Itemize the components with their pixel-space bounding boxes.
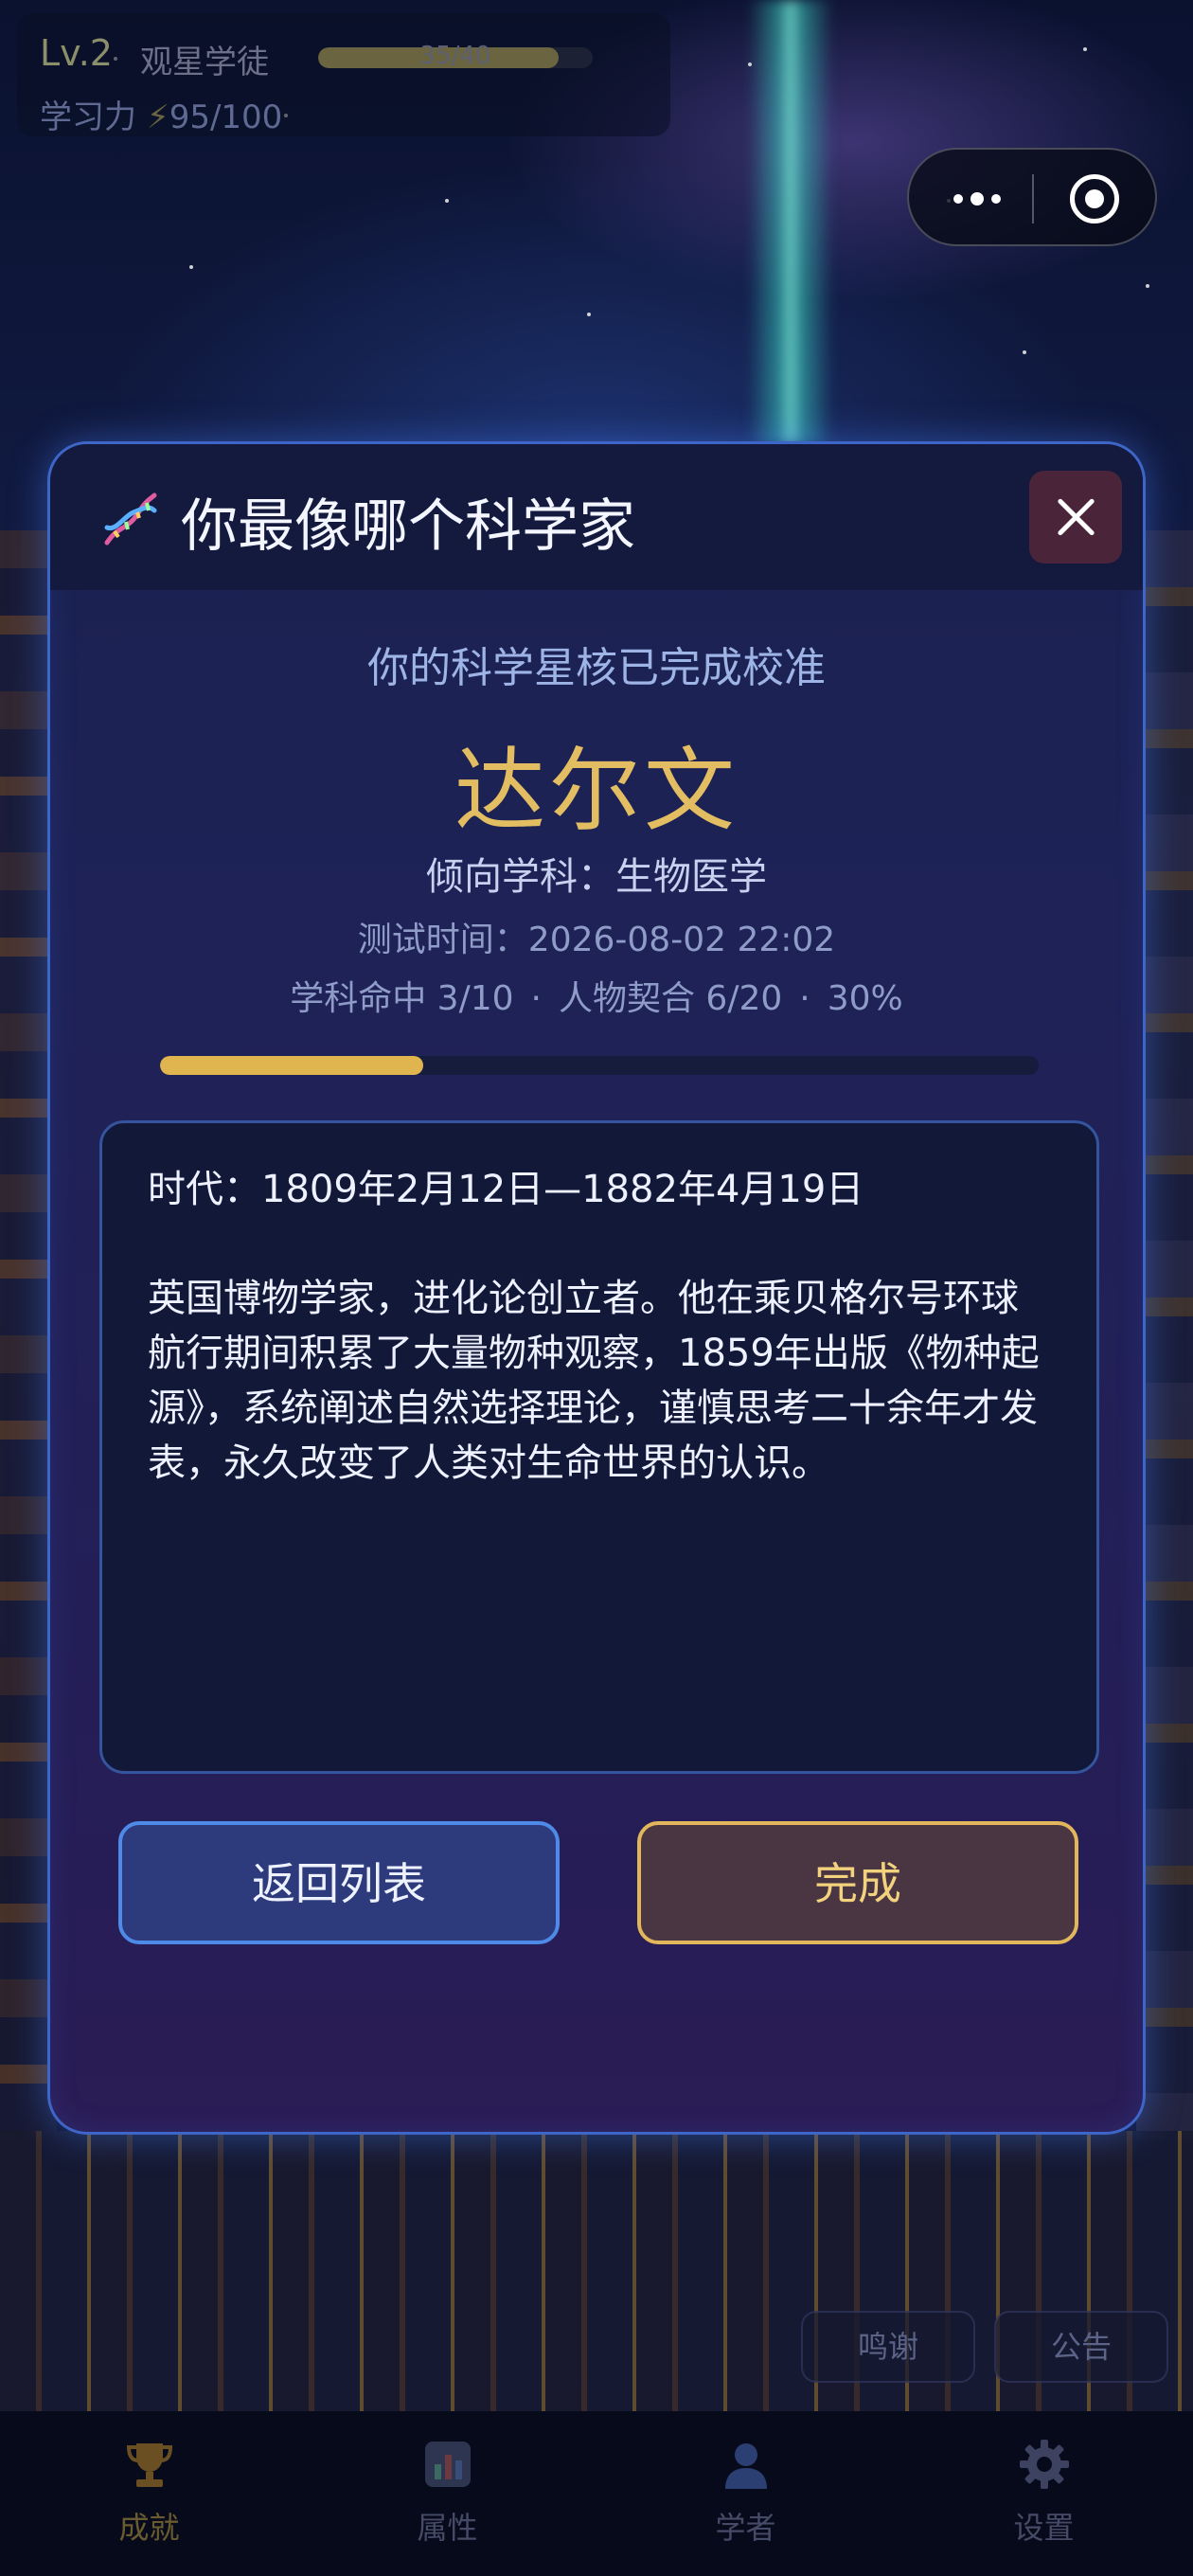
discipline-label: 倾向学科：生物医学 xyxy=(426,855,767,899)
calibration-subtitle: 你的科学星核已完成校准 xyxy=(367,644,826,692)
xp-text: 35/40 xyxy=(419,42,491,70)
tab-label: 属性 xyxy=(417,2510,478,2546)
done-button[interactable]: 完成 xyxy=(637,1821,1078,1944)
scientist-result-modal: 你最像哪个科学家 你的科学星核已完成校准 达尔文 倾向学科：生物医学 测试时间：… xyxy=(47,441,1146,2135)
thanks-button[interactable]: 鸣谢 xyxy=(801,2311,975,2383)
light-beam xyxy=(748,0,833,445)
target-icon[interactable] xyxy=(1070,174,1119,224)
modal-title: 你最像哪个科学家 xyxy=(181,493,635,560)
capsule-divider xyxy=(1032,174,1034,224)
discipline-hit: 学科命中 3/10 xyxy=(290,979,514,1018)
notice-button[interactable]: 公告 xyxy=(994,2311,1168,2383)
tab-settings[interactable]: 设置 xyxy=(895,2411,1193,2576)
stats-separator: · xyxy=(799,979,810,1018)
match-percent: 30% xyxy=(827,979,903,1018)
tab-label: 学者 xyxy=(715,2510,776,2546)
bar-chart-icon xyxy=(419,2436,476,2493)
level-label: Lv.2 xyxy=(40,32,113,74)
person-icon xyxy=(718,2436,775,2493)
more-dots-icon[interactable] xyxy=(943,178,1011,220)
player-hud: Lv.2 观星学徒 35/40 学习力 ⚡95/100 xyxy=(17,13,670,136)
trophy-icon xyxy=(121,2436,178,2493)
stats-separator: · xyxy=(530,979,542,1018)
gear-icon xyxy=(1016,2436,1073,2493)
match-stats: 学科命中 3/10 · 人物契合 6/20 · 30% xyxy=(50,971,1143,1020)
era-text: 时代：1809年2月12日—1882年4月19日 xyxy=(148,1168,864,1211)
close-icon xyxy=(1055,496,1096,538)
person-match: 人物契合 6/20 xyxy=(558,979,783,1018)
tab-scholars[interactable]: 学者 xyxy=(596,2411,895,2576)
modal-header: 你最像哪个科学家 xyxy=(50,444,1143,590)
lightning-icon: ⚡ xyxy=(146,98,169,136)
match-progress-fill xyxy=(160,1056,424,1075)
description-text: 英国博物学家，进化论创立者。他在乘贝格尔号环球航行期间积累了大量物种观察，185… xyxy=(148,1277,1040,1485)
tab-attributes[interactable]: 属性 xyxy=(298,2411,596,2576)
biography-box: 时代：1809年2月12日—1882年4月19日 英国博物学家，进化论创立者。他… xyxy=(99,1120,1099,1774)
tab-achievements[interactable]: 成就 xyxy=(0,2411,298,2576)
tab-label: 成就 xyxy=(118,2510,180,2546)
study-power: 学习力 ⚡95/100 xyxy=(40,91,282,137)
scientist-name: 达尔文 xyxy=(454,738,739,844)
study-power-label: 学习力 xyxy=(40,98,136,136)
test-time: 测试时间：2026-08-02 22:02 xyxy=(357,921,836,959)
study-power-value: 95/100 xyxy=(169,98,283,136)
dna-icon xyxy=(104,492,157,546)
back-to-list-button[interactable]: 返回列表 xyxy=(118,1821,560,1944)
bottom-tab-bar: 成就 属性 学者 设置 xyxy=(0,2411,1193,2576)
miniprogram-capsule xyxy=(907,148,1157,246)
rank-label: 观星学徒 xyxy=(140,44,269,81)
tab-label: 设置 xyxy=(1013,2510,1075,2546)
close-button[interactable] xyxy=(1029,471,1122,564)
match-progress-bar xyxy=(160,1056,1039,1075)
